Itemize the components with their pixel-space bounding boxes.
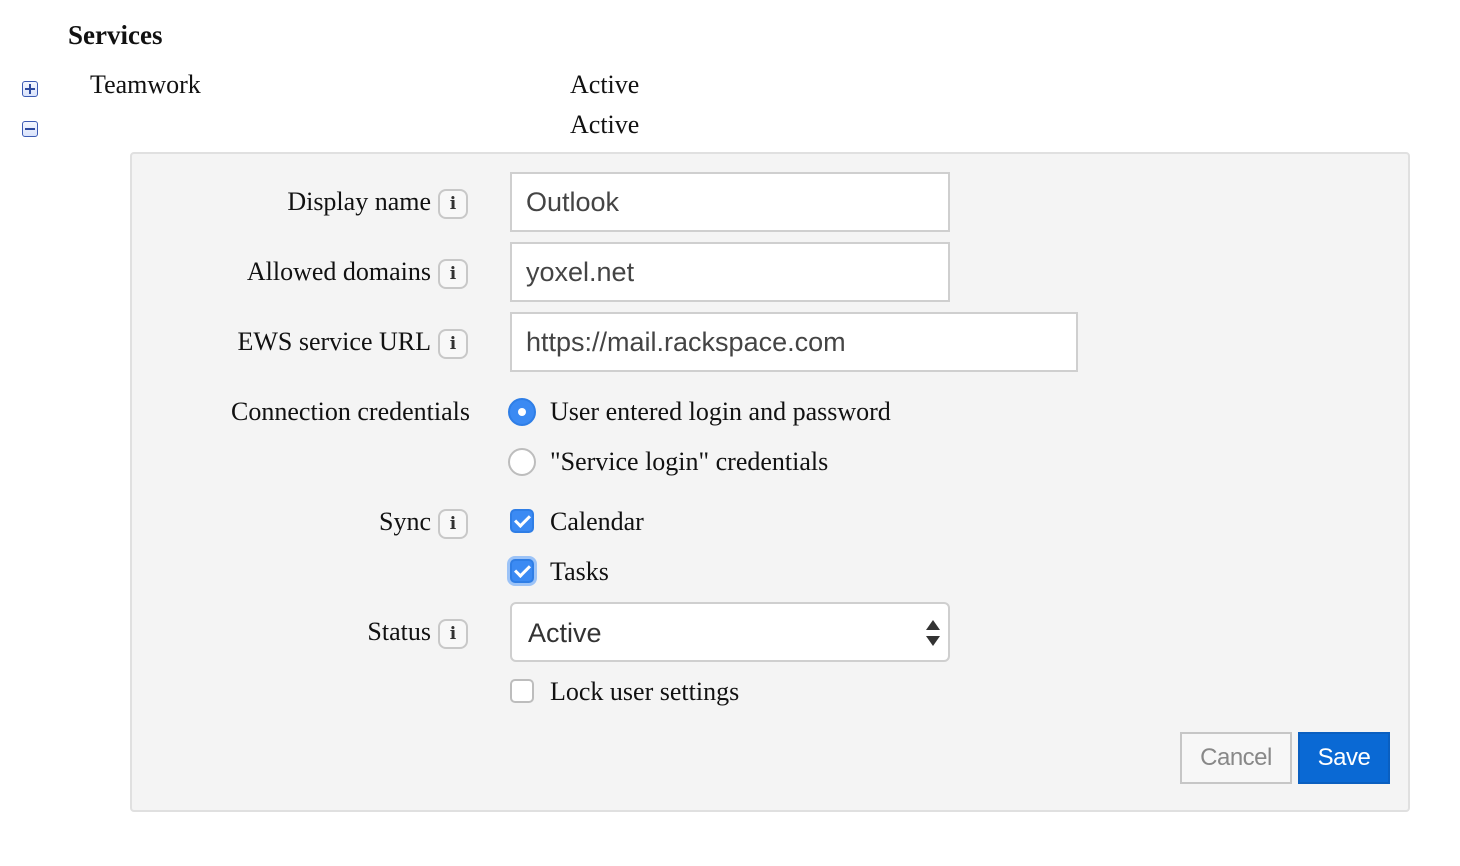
credentials-user-label[interactable]: User entered login and password: [550, 395, 891, 429]
sync-calendar-label[interactable]: Calendar: [550, 505, 644, 539]
section-title: Services: [68, 20, 163, 50]
credentials-service-label[interactable]: "Service login" credentials: [550, 445, 828, 479]
sync-label: Sync: [379, 507, 431, 536]
service-status: Active: [570, 70, 640, 99]
allowed-domains-info-icon[interactable]: i: [438, 259, 468, 289]
save-button[interactable]: Save: [1298, 732, 1390, 784]
sync-calendar-checkbox[interactable]: [510, 509, 534, 533]
lock-settings-checkbox[interactable]: [510, 679, 534, 703]
allowed-domains-label: Allowed domains: [246, 257, 431, 286]
ews-url-label: EWS service URL: [237, 327, 431, 356]
display-name-info-icon[interactable]: i: [438, 189, 468, 219]
status-label: Status: [367, 617, 431, 646]
lock-settings-label[interactable]: Lock user settings: [550, 675, 739, 709]
credentials-service-radio[interactable]: [508, 448, 536, 476]
sync-tasks-label[interactable]: Tasks: [550, 555, 609, 589]
service-row: Teamwork Active: [0, 68, 1460, 108]
select-arrows-icon: [926, 620, 940, 646]
sync-tasks-checkbox[interactable]: [510, 559, 534, 583]
collapse-minus-icon[interactable]: [22, 121, 38, 137]
display-name-field[interactable]: [510, 172, 950, 232]
sync-info-icon[interactable]: i: [438, 509, 468, 539]
allowed-domains-field[interactable]: [510, 242, 950, 302]
service-row: Active: [0, 108, 1460, 148]
status-select[interactable]: Active: [510, 602, 950, 662]
display-name-label: Display name: [287, 187, 431, 216]
status-select-value: Active: [528, 618, 602, 648]
service-status: Active: [570, 110, 640, 139]
ews-url-info-icon[interactable]: i: [438, 329, 468, 359]
credentials-label: Connection credentials: [231, 397, 470, 426]
service-name: Teamwork: [90, 70, 201, 99]
ews-url-field[interactable]: [510, 312, 1078, 372]
credentials-user-radio[interactable]: [508, 398, 536, 426]
expand-plus-icon[interactable]: [22, 81, 38, 97]
status-info-icon[interactable]: i: [438, 619, 468, 649]
cancel-button[interactable]: Cancel: [1180, 732, 1292, 784]
